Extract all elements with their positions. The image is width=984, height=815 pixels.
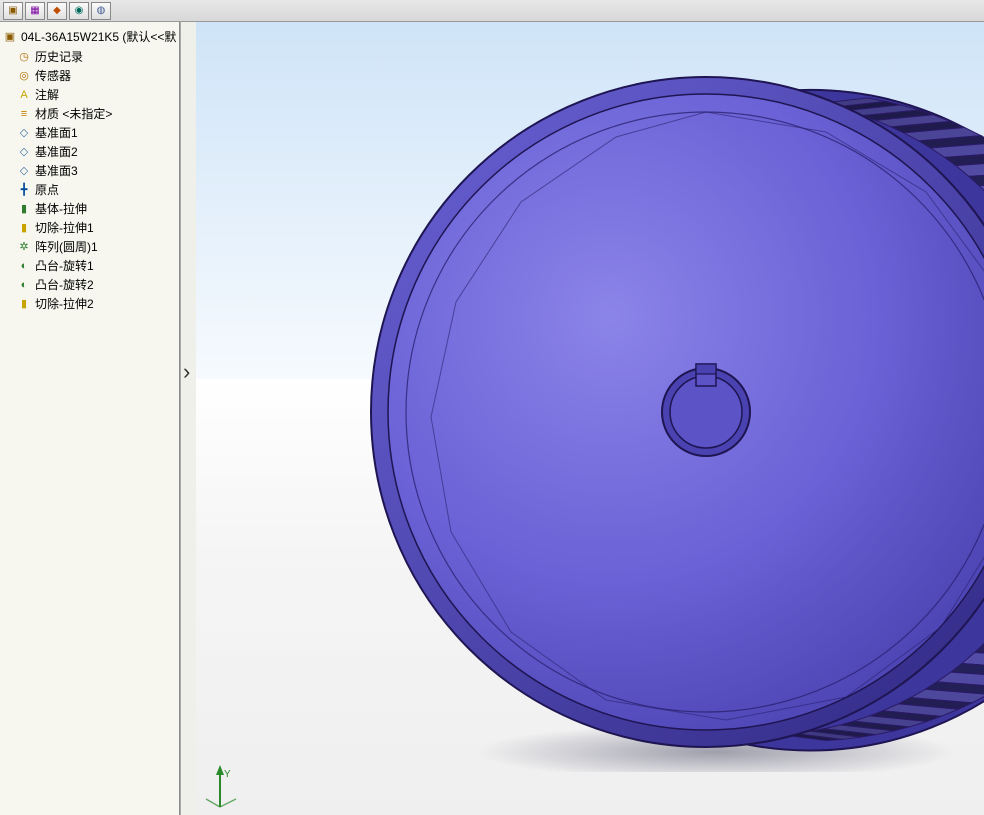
plane-icon: ◇	[16, 126, 32, 140]
tree-item-label: 凸台-旋转2	[35, 276, 94, 293]
tree-item[interactable]: ▮切除-拉伸1	[2, 218, 177, 237]
tree-item[interactable]: ╋原点	[2, 180, 177, 199]
plane-icon: ◇	[16, 145, 32, 159]
revolve-icon: ◐	[16, 259, 32, 273]
revolve-icon: ◐	[16, 278, 32, 292]
sidebar-spacer	[0, 317, 179, 815]
toolbar-config-icon[interactable]: ◉	[69, 2, 89, 20]
tree-item-label: 原点	[35, 181, 59, 198]
feature-tree[interactable]: ▣ 04L-36A15W21K5 (默认<<默认 ◷历史记录◎传感器A注解≡材质…	[0, 22, 179, 317]
tree-item[interactable]: ◷历史记录	[2, 47, 177, 66]
axis-y-label: Y	[224, 769, 231, 780]
tree-item[interactable]: ◇基准面1	[2, 123, 177, 142]
tree-item[interactable]: ◐凸台-旋转1	[2, 256, 177, 275]
tree-item-label: 基准面1	[35, 124, 78, 141]
sensor-icon: ◎	[16, 69, 32, 83]
tree-item[interactable]: ◎传感器	[2, 66, 177, 85]
tree-item[interactable]: ▮基体-拉伸	[2, 199, 177, 218]
toolbar-part-icon[interactable]: ▣	[3, 2, 23, 20]
cut-icon: ▮	[16, 297, 32, 311]
tree-root-label: 04L-36A15W21K5 (默认<<默认	[21, 28, 177, 45]
toolbar-assembly-icon[interactable]: ▦	[25, 2, 45, 20]
tree-item[interactable]: ▮切除-拉伸2	[2, 294, 177, 313]
tree-item-label: 基准面2	[35, 143, 78, 160]
feature-tree-panel: ▣ 04L-36A15W21K5 (默认<<默认 ◷历史记录◎传感器A注解≡材质…	[0, 22, 180, 815]
main-area: ▣ 04L-36A15W21K5 (默认<<默认 ◷历史记录◎传感器A注解≡材质…	[0, 22, 984, 815]
material-icon: ≡	[16, 107, 32, 121]
tree-item[interactable]: ◇基准面2	[2, 142, 177, 161]
tree-item-label: 切除-拉伸2	[35, 295, 94, 312]
axis-triad: Y	[196, 763, 244, 811]
annotation-icon: A	[16, 88, 32, 102]
cut-icon: ▮	[16, 221, 32, 235]
tree-item-label: 材质 <未指定>	[35, 105, 112, 122]
part-icon: ▣	[2, 30, 18, 44]
tree-item[interactable]: ✲阵列(圆周)1	[2, 237, 177, 256]
extrude-icon: ▮	[16, 202, 32, 216]
tree-item-label: 历史记录	[35, 48, 83, 65]
tree-item-label: 基准面3	[35, 162, 78, 179]
tree-item-label: 切除-拉伸1	[35, 219, 94, 236]
tree-item-label: 凸台-旋转1	[35, 257, 94, 274]
tree-item-label: 传感器	[35, 67, 71, 84]
timing-pulley-model[interactable]	[356, 52, 984, 772]
origin-icon: ╋	[16, 183, 32, 197]
model-viewport[interactable]: Y	[196, 22, 984, 815]
ruler-caret: ›	[183, 359, 190, 385]
tree-root-item[interactable]: ▣ 04L-36A15W21K5 (默认<<默认	[2, 26, 177, 47]
tree-item[interactable]: ≡材质 <未指定>	[2, 104, 177, 123]
tree-item[interactable]: ◐凸台-旋转2	[2, 275, 177, 294]
tree-item[interactable]: ◇基准面3	[2, 161, 177, 180]
vertical-ruler: ›	[180, 22, 196, 815]
tree-item-label: 基体-拉伸	[35, 200, 87, 217]
tree-item-label: 阵列(圆周)1	[35, 238, 98, 255]
pattern-icon: ✲	[16, 240, 32, 254]
panel-toolbar: ▣ ▦ ◆ ◉ ◍	[0, 0, 984, 22]
tree-item-label: 注解	[35, 86, 59, 103]
plane-icon: ◇	[16, 164, 32, 178]
toolbar-display-icon[interactable]: ◍	[91, 2, 111, 20]
tree-item[interactable]: A注解	[2, 85, 177, 104]
history-icon: ◷	[16, 50, 32, 64]
toolbar-drawing-icon[interactable]: ◆	[47, 2, 67, 20]
